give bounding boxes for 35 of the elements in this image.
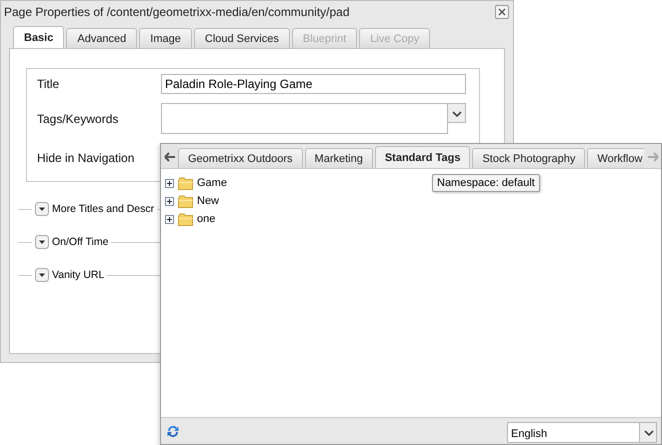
- tab[interactable]: Image: [139, 28, 192, 48]
- section-header[interactable]: More Titles and Descr: [52, 203, 154, 215]
- refresh-icon[interactable]: [165, 423, 181, 439]
- tooltip: Namespace: default: [432, 174, 540, 192]
- tab[interactable]: Standard Tags: [374, 146, 470, 168]
- tab[interactable]: Cloud Services: [194, 28, 290, 48]
- section-header[interactable]: Vanity URL: [52, 269, 104, 281]
- folder-icon: [178, 194, 193, 208]
- tab[interactable]: Geometrixx Outdoors: [178, 148, 303, 168]
- tab[interactable]: Advanced: [66, 28, 138, 48]
- section-header[interactable]: On/Off Time: [52, 236, 108, 248]
- tree-item[interactable]: New: [197, 195, 220, 207]
- field-label: Title: [37, 77, 60, 91]
- expand-toggle-icon[interactable]: [35, 235, 49, 249]
- expand-toggle-icon[interactable]: [35, 268, 49, 282]
- expand-icon[interactable]: [165, 214, 174, 224]
- folder-icon: [178, 212, 193, 226]
- scroll-left-button[interactable]: [161, 146, 178, 168]
- expand-toggle-icon[interactable]: [35, 202, 49, 216]
- tags-field[interactable]: [161, 103, 448, 134]
- tree-item[interactable]: one: [197, 213, 216, 225]
- tree-item[interactable]: Game: [197, 177, 227, 189]
- expand-icon[interactable]: [165, 178, 174, 188]
- expand-icon[interactable]: [165, 196, 174, 206]
- language-select[interactable]: English: [507, 422, 640, 443]
- field-label: Hide in Navigation: [37, 151, 136, 165]
- tab[interactable]: Marketing: [304, 148, 373, 168]
- folder-icon: [178, 176, 193, 190]
- window-title: Page Properties of /content/geometrixx-media/en/community/pad: [4, 5, 350, 19]
- title-field[interactable]: Paladin Role-Playing Game: [161, 74, 466, 94]
- tab[interactable]: Stock Photography: [472, 148, 586, 168]
- field-label: Tags/Keywords: [37, 112, 120, 126]
- tab[interactable]: Basic: [13, 26, 64, 48]
- tab[interactable]: Workflow: [587, 148, 644, 168]
- arrow-left-icon[interactable]: [164, 152, 176, 162]
